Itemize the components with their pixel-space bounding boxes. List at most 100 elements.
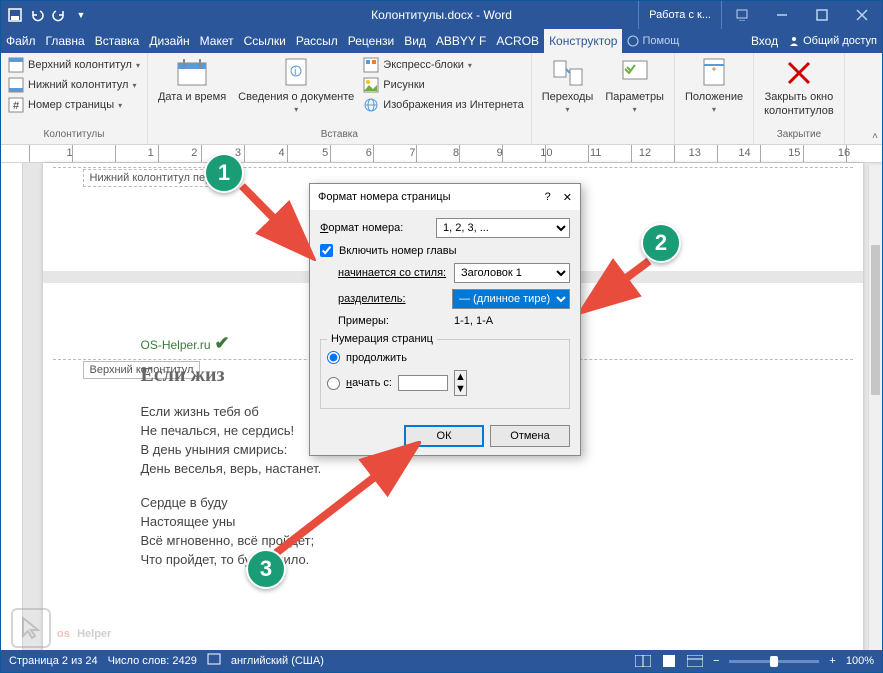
tab-acrobat[interactable]: ACROB [491,29,544,53]
login-link[interactable]: Вход [746,29,783,53]
options-button[interactable]: Параметры▾ [599,55,670,116]
tell-me[interactable]: Помощ [622,29,684,53]
calendar-icon [176,57,208,89]
title-bar: ▼ Колонтитулы.docx - Word Работа с к... [1,1,882,29]
online-pictures-button[interactable]: Изображения из Интернета [360,95,526,115]
separator-select[interactable]: — (длинное тире) [452,289,570,309]
tab-design[interactable]: Дизайн [144,29,194,53]
starts-with-select[interactable]: Заголовок 1 [454,263,570,283]
zoom-in-icon[interactable]: + [829,655,835,667]
web-layout-icon[interactable] [687,655,703,667]
start-at-radio[interactable] [327,377,340,390]
page-number-button[interactable]: #Номер страницы▾ [5,95,143,115]
ribbon-options-icon[interactable] [722,1,762,29]
picture-icon [363,77,379,93]
options-icon [619,57,651,89]
ribbon: Верхний колонтитул▾ Нижний колонтитул▾ #… [1,53,882,145]
tab-abbyy[interactable]: ABBYY F [431,29,491,53]
tab-mailings[interactable]: Рассыл [291,29,343,53]
redo-icon[interactable] [49,5,69,25]
close-icon[interactable] [842,1,882,29]
tab-home[interactable]: Главна [41,29,90,53]
number-format-label: ФФормат номера:ормат номера: [320,222,430,234]
spinner-down[interactable]: ▼ [455,383,466,395]
annotation-callout-2: 2 [641,223,681,263]
navigation-button[interactable]: Переходы▾ [536,55,600,116]
include-chapter-label: Включить номер главы [339,245,457,257]
qat-more-icon[interactable]: ▼ [71,5,91,25]
date-time-button[interactable]: Дата и время [152,55,232,105]
vertical-scrollbar[interactable] [868,165,882,650]
separator-label: разделитель: [338,293,446,305]
quick-parts-button[interactable]: Экспресс-блоки▾ [360,55,526,75]
undo-icon[interactable] [27,5,47,25]
doc-info-icon: i [280,57,312,89]
tab-references[interactable]: Ссылки [239,29,291,53]
minimize-icon[interactable] [762,1,802,29]
tab-file[interactable]: Файл [1,29,41,53]
annotation-arrow [236,176,316,261]
group-label [679,139,749,142]
zoom-level[interactable]: 100% [846,655,874,667]
header-icon [8,57,24,73]
starts-with-label: начинается со стиля: [338,267,448,279]
save-icon[interactable] [5,5,25,25]
page-indicator[interactable]: Страница 2 из 24 [9,655,98,667]
tab-layout[interactable]: Макет [195,29,239,53]
header-button[interactable]: Верхний колонтитул▾ [5,55,143,75]
cancel-button[interactable]: Отмена [490,425,570,447]
spelling-icon[interactable] [207,653,221,670]
examples-label: Примеры: [338,315,448,327]
tab-review[interactable]: Рецензи [343,29,399,53]
dialog-title: Формат номера страницы [318,191,451,203]
examples-value: 1-1, 1-A [454,315,493,327]
horizontal-ruler[interactable]: 11234567891011121314151617 [1,145,882,163]
page-number-icon: # [8,97,24,113]
zoom-out-icon[interactable]: − [713,655,719,667]
zoom-slider[interactable] [729,660,819,663]
tab-constructor[interactable]: Конструктор [544,29,622,53]
read-mode-icon[interactable] [635,655,651,667]
start-at-label: начать с: [346,377,392,389]
continue-label: продолжить [346,352,407,364]
ribbon-tabs: Файл Главна Вставка Дизайн Макет Ссылки … [1,29,882,53]
document-title: Если жиз [141,364,322,387]
status-bar: Страница 2 из 24 Число слов: 2429 англий… [1,650,882,672]
group-label: Вставка [152,128,527,142]
group-label: Колонтитулы [5,128,143,142]
position-button[interactable]: Положение▾ [679,55,749,116]
group-label: Закрытие [758,128,840,142]
spinner-up[interactable]: ▲ [455,371,466,383]
help-icon[interactable]: ? [545,191,551,204]
close-x-icon [783,57,815,89]
group-label [536,139,670,142]
number-format-select[interactable]: 1, 2, 3, ... [436,218,570,238]
maximize-icon[interactable] [802,1,842,29]
vertical-ruler[interactable] [1,163,23,653]
share-button[interactable]: Общий доступ [783,29,882,53]
cursor-icon [11,608,51,648]
page-number-format-dialog: Формат номера страницы ? ✕ ФФормат номер… [309,183,581,456]
context-tab-label: Работа с к... [638,1,722,29]
tab-insert[interactable]: Вставка [90,29,145,53]
footer-icon [8,77,24,93]
include-chapter-checkbox[interactable] [320,244,333,257]
doc-info-button[interactable]: iСведения о документе▾ [232,55,360,116]
dialog-close-icon[interactable]: ✕ [563,191,572,204]
nav-icon [552,57,584,89]
page-numbering-fieldset: Нумерация страниц продолжить начать с:▲▼… [320,333,570,409]
print-layout-icon[interactable] [661,655,677,667]
annotation-arrow [581,256,656,316]
footer-section-tag: Нижний колонтитул пер [83,169,219,187]
close-header-footer-button[interactable]: Закрыть окноколонтитулов [758,55,840,119]
continue-radio[interactable] [327,351,340,364]
footer-button[interactable]: Нижний колонтитул▾ [5,75,143,95]
word-count[interactable]: Число слов: 2429 [108,655,197,667]
svg-text:#: # [13,100,20,112]
globe-icon [363,97,379,113]
collapse-ribbon-icon[interactable]: ˄ [872,131,878,142]
pictures-button[interactable]: Рисунки [360,75,526,95]
tab-view[interactable]: Вид [399,29,431,53]
language-indicator[interactable]: английский (США) [231,655,324,667]
start-at-input[interactable] [398,375,448,391]
